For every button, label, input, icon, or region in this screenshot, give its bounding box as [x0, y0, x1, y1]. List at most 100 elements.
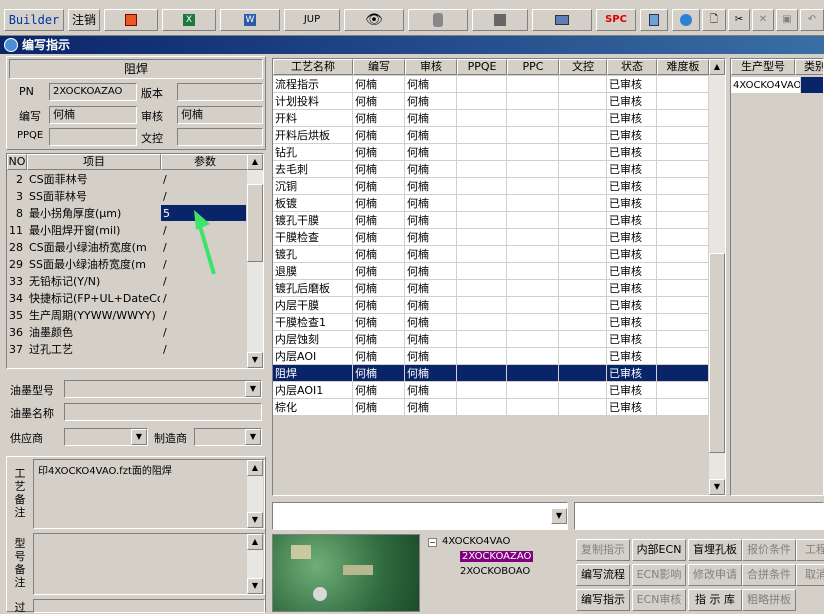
process-row[interactable]: 计划投料 何楠 何楠 已审核: [273, 93, 709, 110]
process-header[interactable]: 工艺名称: [273, 59, 353, 75]
process-row[interactable]: 开料后烘板 何楠 何楠 已审核: [273, 127, 709, 144]
action-button[interactable]: 报价条件: [742, 539, 796, 561]
collapse-icon[interactable]: −: [428, 538, 437, 547]
excel-icon[interactable]: X: [162, 9, 216, 31]
tree-node[interactable]: 2XOCKOBOAO: [460, 566, 530, 577]
version-field[interactable]: [177, 83, 263, 101]
action-button[interactable]: 复制指示: [576, 539, 630, 561]
scroll-up-icon[interactable]: ▲: [709, 59, 725, 75]
process-header[interactable]: PPC: [507, 59, 559, 75]
misc-note-text[interactable]: [33, 599, 265, 613]
process-row[interactable]: 棕化 何楠 何楠 已审核: [273, 399, 709, 416]
process-header[interactable]: PPQE: [457, 59, 507, 75]
process-row[interactable]: 内层AOI 何楠 何楠 已审核: [273, 348, 709, 365]
computer-icon[interactable]: [532, 9, 592, 31]
process-row[interactable]: 沉铜 何楠 何楠 已审核: [273, 178, 709, 195]
model-note-text[interactable]: [33, 533, 265, 595]
pn-field[interactable]: 2XOCKOAZAO: [49, 83, 137, 101]
model-row[interactable]: 4XOCKO4VAO: [731, 77, 823, 94]
process-header[interactable]: 难度板: [657, 59, 709, 75]
scroll-up-icon[interactable]: ▲: [247, 154, 263, 170]
ink-name-field[interactable]: [64, 403, 262, 421]
ppqe-field[interactable]: [49, 128, 137, 146]
writer-field[interactable]: 何楠: [49, 106, 137, 124]
scroll-thumb[interactable]: [709, 253, 725, 453]
process-row[interactable]: 干膜检查 何楠 何楠 已审核: [273, 229, 709, 246]
process-header[interactable]: 文控: [559, 59, 607, 75]
process-row[interactable]: 开料 何楠 何楠 已审核: [273, 110, 709, 127]
param-header-item[interactable]: 项目: [27, 154, 161, 170]
model-note-scrollbar[interactable]: ▲ ▼: [247, 534, 263, 594]
param-row[interactable]: 37 过孔工艺 /: [7, 341, 247, 358]
process-row[interactable]: 板镀 何楠 何楠 已审核: [273, 195, 709, 212]
param-row[interactable]: 35 生产周期(YYWW/WWYY) /: [7, 307, 247, 324]
action-button[interactable]: 盲埋孔板: [688, 539, 742, 561]
filter-input[interactable]: ▼: [272, 502, 568, 530]
process-row[interactable]: 镀孔干膜 何楠 何楠 已审核: [273, 212, 709, 229]
process-header[interactable]: 审核: [405, 59, 457, 75]
model-header[interactable]: 生产型号: [731, 59, 795, 75]
action-button[interactable]: 取消: [796, 564, 824, 586]
search-input[interactable]: [574, 502, 824, 530]
chevron-down-icon[interactable]: ▼: [131, 429, 147, 445]
process-row[interactable]: 内层干膜 何楠 何楠 已审核: [273, 297, 709, 314]
scroll-down-icon[interactable]: ▼: [247, 512, 263, 528]
param-scrollbar[interactable]: ▲ ▼: [247, 154, 263, 368]
process-row[interactable]: 内层蚀刻 何楠 何楠 已审核: [273, 331, 709, 348]
process-row[interactable]: 去毛刺 何楠 何楠 已审核: [273, 161, 709, 178]
cut-icon[interactable]: ✂: [728, 9, 750, 31]
process-row[interactable]: 镀孔后磨板 何楠 何楠 已审核: [273, 280, 709, 297]
process-scrollbar[interactable]: ▲ ▼: [709, 59, 725, 495]
note-scrollbar[interactable]: ▲ ▼: [247, 460, 263, 528]
new-file-icon[interactable]: 🗋: [702, 9, 726, 31]
jup-button[interactable]: JUP: [284, 9, 340, 31]
process-row[interactable]: 内层AOI1 何楠 何楠 已审核: [273, 382, 709, 399]
process-row[interactable]: 镀孔 何楠 何楠 已审核: [273, 246, 709, 263]
process-row[interactable]: 退膜 何楠 何楠 已审核: [273, 263, 709, 280]
process-row[interactable]: 干膜检查1 何楠 何楠 已审核: [273, 314, 709, 331]
tree-node-selected[interactable]: 2XOCKOAZAO: [460, 551, 534, 562]
undo-icon[interactable]: ↶: [800, 9, 824, 31]
builder-button[interactable]: Builder: [4, 9, 64, 31]
param-row[interactable]: 3 SS面菲林号 /: [7, 188, 247, 205]
eye-icon[interactable]: 👁: [344, 9, 404, 31]
category-header[interactable]: 类别: [795, 59, 823, 75]
process-header[interactable]: 状态: [607, 59, 657, 75]
tree-root[interactable]: 4XOCKO4VAO: [442, 536, 510, 547]
database-icon[interactable]: [408, 9, 468, 31]
action-button[interactable]: 编写指示: [576, 589, 630, 611]
action-button[interactable]: 修改申请: [688, 564, 742, 586]
action-button[interactable]: 指 示 库: [688, 589, 742, 611]
supplier-dropdown[interactable]: ▼: [64, 428, 148, 446]
browser-icon[interactable]: [672, 9, 700, 31]
save-icon[interactable]: ▣: [776, 9, 798, 31]
doc-control-field[interactable]: [177, 128, 263, 146]
scroll-down-icon[interactable]: ▼: [709, 479, 725, 495]
action-button[interactable]: ECN审核: [632, 589, 686, 611]
scroll-down-icon[interactable]: ▼: [247, 578, 263, 594]
param-row[interactable]: 36 油墨颜色 /: [7, 324, 247, 341]
action-button[interactable]: 工程: [796, 539, 824, 561]
ink-type-dropdown[interactable]: ▼: [64, 380, 262, 398]
scroll-down-icon[interactable]: ▼: [247, 352, 263, 368]
powerpoint-icon[interactable]: [104, 9, 158, 31]
process-row[interactable]: 阻焊 何楠 何楠 已审核: [273, 365, 709, 382]
word-icon[interactable]: W: [220, 9, 280, 31]
scroll-up-icon[interactable]: ▲: [247, 460, 263, 476]
network-icon[interactable]: [472, 9, 528, 31]
maker-dropdown[interactable]: ▼: [194, 428, 262, 446]
process-row[interactable]: 流程指示 何楠 何楠 已审核: [273, 76, 709, 93]
action-button[interactable]: 内部ECN: [632, 539, 686, 561]
process-note-text[interactable]: 印4XOCKO4VAO.fzt面的阻焊: [33, 459, 265, 529]
action-button[interactable]: 粗略拼板: [742, 589, 796, 611]
chevron-down-icon[interactable]: ▼: [551, 508, 567, 524]
action-button[interactable]: ECN影响: [632, 564, 686, 586]
chevron-down-icon[interactable]: ▼: [245, 381, 261, 397]
process-row[interactable]: 钻孔 何楠 何楠 已审核: [273, 144, 709, 161]
reviewer-field[interactable]: 何楠: [177, 106, 263, 124]
param-header-no[interactable]: NO: [7, 154, 27, 170]
delete-icon[interactable]: ✕: [752, 9, 774, 31]
chevron-down-icon[interactable]: ▼: [245, 429, 261, 445]
process-header[interactable]: 编写: [353, 59, 405, 75]
param-row[interactable]: 2 CS面菲林号 /: [7, 171, 247, 188]
